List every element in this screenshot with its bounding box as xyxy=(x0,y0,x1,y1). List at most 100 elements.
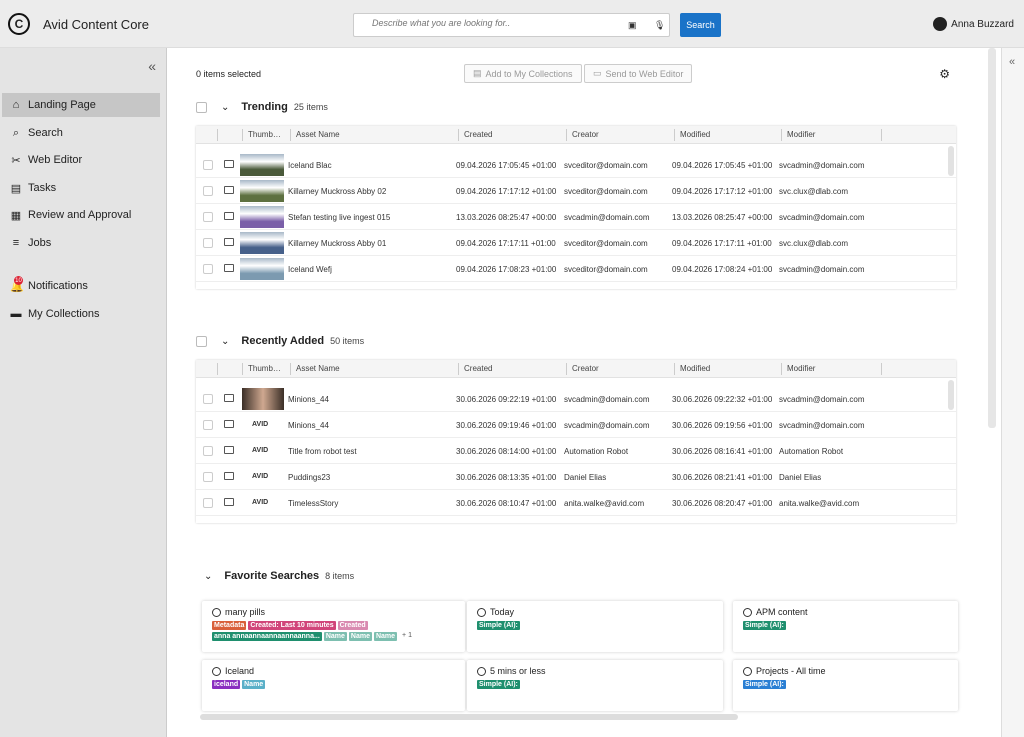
gear-icon[interactable]: ⚙ xyxy=(939,67,950,81)
image-search-icon[interactable]: ▣ xyxy=(628,20,637,31)
sidebar-item-search[interactable]: ⌕ Search xyxy=(2,121,160,145)
asset-name[interactable]: Title from robot test xyxy=(288,447,357,456)
table-row[interactable]: AVID Puddings23 30.06.2026 08:13:35 +01:… xyxy=(196,464,956,490)
asset-type-icon xyxy=(224,238,234,246)
favorite-search-card[interactable]: Projects - All time Simple (AI): xyxy=(733,660,958,711)
column-header-creator[interactable]: Creator xyxy=(572,364,599,373)
asset-name[interactable]: Minions_44 xyxy=(288,421,329,430)
column-header-modifier[interactable]: Modifier xyxy=(787,130,815,139)
row-checkbox[interactable] xyxy=(203,238,213,248)
collections-icon: ▬ xyxy=(10,308,22,320)
sidebar-item-review-and-approval[interactable]: ▦ Review and Approval xyxy=(2,203,160,227)
sidebar-item-web-editor[interactable]: ✂ Web Editor xyxy=(2,148,160,172)
collapse-sidebar-icon[interactable]: « xyxy=(148,58,156,74)
column-header-thumb[interactable]: Thumb… xyxy=(248,130,281,139)
table-row[interactable]: Killarney Muckross Abby 02 09.04.2026 17… xyxy=(196,178,956,204)
table-row[interactable]: AVID TimelessStory 30.06.2026 08:10:47 +… xyxy=(196,490,956,516)
table-row[interactable]: Iceland Wefj 09.04.2026 17:08:23 +01:00 … xyxy=(196,256,956,282)
column-separator[interactable] xyxy=(781,129,782,141)
app-logo-icon[interactable]: C xyxy=(8,13,30,35)
column-separator[interactable] xyxy=(674,129,675,141)
table-row[interactable]: Killarney Muckross Abby 01 09.04.2026 17… xyxy=(196,230,956,256)
column-header-modifier[interactable]: Modifier xyxy=(787,364,815,373)
add-to-collections-button[interactable]: ▤ Add to My Collections xyxy=(464,64,582,83)
column-separator[interactable] xyxy=(881,363,882,375)
column-separator[interactable] xyxy=(242,129,243,141)
grid-scrollbar[interactable] xyxy=(948,380,954,410)
row-checkbox[interactable] xyxy=(203,186,213,196)
asset-name[interactable]: Iceland Wefj xyxy=(288,265,332,274)
asset-name[interactable]: Puddings23 xyxy=(288,473,330,482)
column-header-thumb[interactable]: Thumb… xyxy=(248,364,281,373)
column-separator[interactable] xyxy=(217,363,218,375)
favorite-search-card[interactable]: APM content Simple (AI): xyxy=(733,601,958,652)
column-separator[interactable] xyxy=(290,129,291,141)
sidebar-item-my-collections[interactable]: ▬ My Collections xyxy=(2,302,160,326)
column-header-modified[interactable]: Modified xyxy=(680,364,710,373)
expand-panel-icon[interactable]: « xyxy=(1009,56,1015,68)
sidebar-item-tasks[interactable]: ▤ Tasks xyxy=(2,176,160,200)
row-checkbox[interactable] xyxy=(203,472,213,482)
grid-scrollbar[interactable] xyxy=(948,146,954,176)
asset-name[interactable]: Killarney Muckross Abby 01 xyxy=(288,239,386,248)
column-separator[interactable] xyxy=(290,363,291,375)
search-input[interactable] xyxy=(372,18,612,28)
send-to-web-editor-button[interactable]: ▭ Send to Web Editor xyxy=(584,64,693,83)
table-row[interactable]: AVID Minions_44 30.06.2026 09:19:46 +01:… xyxy=(196,412,956,438)
column-separator[interactable] xyxy=(458,363,459,375)
chevron-down-icon[interactable]: ⌄ xyxy=(221,336,229,347)
favorite-search-card[interactable]: 5 mins or less Simple (AI): xyxy=(467,660,723,711)
column-header-modified[interactable]: Modified xyxy=(680,130,710,139)
section-title: Recently Added xyxy=(241,335,325,347)
user-menu[interactable]: Anna Buzzard xyxy=(933,17,1014,31)
horizontal-scrollbar[interactable] xyxy=(200,714,738,720)
select-all-checkbox[interactable] xyxy=(196,335,207,347)
sidebar-item-landing-page[interactable]: ⌂ Landing Page xyxy=(2,93,160,117)
table-row[interactable]: Iceland Blac 09.04.2026 17:05:45 +01:00 … xyxy=(196,152,956,178)
column-header-created[interactable]: Created xyxy=(464,130,492,139)
asset-name[interactable]: Iceland Blac xyxy=(288,161,332,170)
table-row[interactable]: AVID Title from robot test 30.06.2026 08… xyxy=(196,438,956,464)
select-all-checkbox[interactable] xyxy=(196,101,207,113)
column-header-name[interactable]: Asset Name xyxy=(296,364,340,373)
asset-name[interactable]: TimelessStory xyxy=(288,499,338,508)
chevron-down-icon[interactable]: ⌄ xyxy=(221,102,229,113)
main-content: 0 items selected ▤ Add to My Collections … xyxy=(180,48,980,737)
row-checkbox[interactable] xyxy=(203,446,213,456)
recent-header: ⌄ Recently Added 50 items xyxy=(196,335,364,347)
column-separator[interactable] xyxy=(674,363,675,375)
column-separator[interactable] xyxy=(242,363,243,375)
chevron-down-icon[interactable]: ⌄ xyxy=(204,571,212,582)
table-row[interactable]: Stefan testing live ingest 015 13.03.202… xyxy=(196,204,956,230)
row-checkbox[interactable] xyxy=(203,420,213,430)
column-separator[interactable] xyxy=(566,363,567,375)
row-checkbox[interactable] xyxy=(203,160,213,170)
column-header-created[interactable]: Created xyxy=(464,364,492,373)
microphone-icon[interactable]: 🎙 xyxy=(654,20,665,31)
favorite-search-card[interactable]: many pills Metadata Created: Last 10 minut… xyxy=(202,601,465,652)
modified-cell: 30.06.2026 08:16:41 +01:00 xyxy=(672,447,773,456)
column-separator[interactable] xyxy=(458,129,459,141)
row-checkbox[interactable] xyxy=(203,498,213,508)
column-separator[interactable] xyxy=(217,129,218,141)
column-header-creator[interactable]: Creator xyxy=(572,130,599,139)
sidebar-item-jobs[interactable]: ≡ Jobs xyxy=(2,231,160,255)
sidebar-item-notifications[interactable]: 🔔 Notifications 10 xyxy=(2,274,160,298)
table-row[interactable]: Minions_44 30.06.2026 09:22:19 +01:00 sv… xyxy=(196,386,956,412)
pill-list: iceland Name xyxy=(212,680,452,689)
favorite-search-card[interactable]: Iceland iceland Name xyxy=(202,660,465,711)
asset-name[interactable]: Minions_44 xyxy=(288,395,329,404)
column-separator[interactable] xyxy=(881,129,882,141)
search-button[interactable]: Search xyxy=(680,13,721,37)
row-checkbox[interactable] xyxy=(203,264,213,274)
column-separator[interactable] xyxy=(781,363,782,375)
column-separator[interactable] xyxy=(566,129,567,141)
asset-name[interactable]: Stefan testing live ingest 015 xyxy=(288,213,390,222)
asset-name[interactable]: Killarney Muckross Abby 02 xyxy=(288,187,386,196)
column-header-name[interactable]: Asset Name xyxy=(296,130,340,139)
vertical-scrollbar[interactable] xyxy=(988,48,996,428)
row-checkbox[interactable] xyxy=(203,212,213,222)
thumbnail xyxy=(240,232,284,254)
favorite-search-card[interactable]: Today Simple (AI): xyxy=(467,601,723,652)
row-checkbox[interactable] xyxy=(203,394,213,404)
